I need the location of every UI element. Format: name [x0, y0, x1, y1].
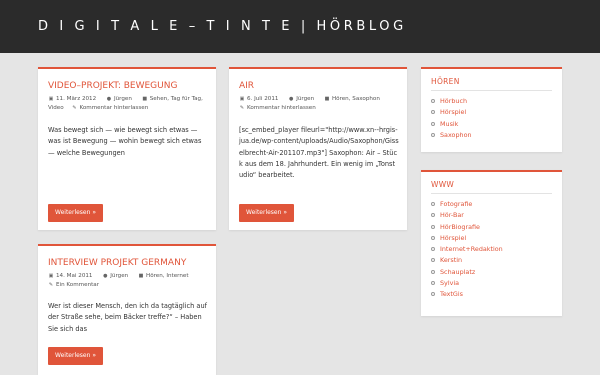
list-item[interactable]: Fotografie	[431, 199, 503, 210]
circle-bullet-icon	[431, 213, 435, 218]
user-icon: ●	[103, 273, 108, 279]
post-comments[interactable]: ✎ Ein Kommentar	[48, 282, 99, 288]
list-item[interactable]: Hörspiel	[431, 107, 472, 118]
list-item[interactable]: Saxophon	[431, 130, 472, 141]
pencil-icon: ✎	[72, 105, 77, 111]
list-item[interactable]: HörBiografie	[431, 222, 503, 233]
circle-bullet-icon	[431, 292, 435, 297]
post-categories[interactable]: ■ Hören, Saxophon	[324, 96, 380, 102]
list-item[interactable]: Schauplatz	[431, 267, 503, 278]
post-comments[interactable]: ✎ Kommentar hinterlassen	[71, 105, 148, 111]
calendar-icon: ▣	[48, 96, 54, 102]
calendar-icon: ▣	[48, 273, 54, 279]
sidebar-widget-hoeren: HÖREN Hörbuch Hörspiel Musik Saxophon	[421, 67, 562, 152]
calendar-icon: ▣	[239, 96, 245, 102]
circle-bullet-icon	[431, 110, 435, 115]
circle-bullet-icon	[431, 132, 435, 137]
widget-list: Fotografie Hör-Bar HörBiografie Hörspiel…	[431, 199, 503, 301]
circle-bullet-icon	[431, 235, 435, 240]
post-title[interactable]: VIDEO–PROJEKT: BEWEGUNG	[48, 81, 177, 92]
folder-icon: ■	[138, 273, 144, 279]
post-excerpt: [sc_embed_player fileurl="http://www.xn-…	[239, 126, 399, 180]
post-author[interactable]: ● Jürgen	[288, 96, 314, 102]
list-item[interactable]: Internet+Redaktion	[431, 244, 503, 255]
post-excerpt: Was bewegt sich — wie bewegt sich etwas …	[48, 126, 202, 157]
circle-bullet-icon	[431, 121, 435, 126]
folder-icon: ■	[324, 96, 330, 102]
list-item[interactable]: Musik	[431, 119, 472, 130]
post-author[interactable]: ● Jürgen	[102, 273, 128, 279]
read-more-button[interactable]: Weiterlesen »	[239, 204, 295, 222]
post-categories[interactable]: ■ Hören, Internet	[138, 273, 189, 279]
user-icon: ●	[106, 96, 112, 102]
site-title[interactable]: D I G I T A L E – T I N T E | HÖRBLOG	[38, 19, 407, 34]
post-categories[interactable]: ■ Sehen, Tag für Tag,	[142, 96, 203, 102]
post-meta: ▣ 11. März 2012 ● Jürgen ■ Sehen, Tag für T…	[48, 95, 213, 113]
list-item[interactable]: Hörspiel	[431, 233, 503, 244]
pencil-icon: ✎	[239, 105, 245, 111]
pencil-icon: ✎	[48, 282, 54, 288]
post-title[interactable]: INTERVIEW PROJEKT GERMANY	[48, 258, 186, 269]
list-item[interactable]: Sylvia	[431, 278, 503, 289]
post-title[interactable]: AIR	[239, 81, 254, 92]
post-card: VIDEO–PROJEKT: BEWEGUNG ▣ 11. März 2012 ●…	[38, 67, 216, 230]
circle-bullet-icon	[431, 269, 435, 274]
list-item[interactable]: Kerstin	[431, 255, 503, 266]
sidebar-widget-www: WWW Fotografie Hör-Bar HörBiografie Hörs…	[421, 170, 562, 316]
circle-bullet-icon	[431, 99, 435, 103]
post-date[interactable]: ▣ 11. März 2012	[48, 96, 97, 102]
post-card: AIR ▣ 6. Juli 2011 ● Jürgen ■ Hören, Saxoph…	[229, 67, 407, 230]
widget-list: Hörbuch Hörspiel Musik Saxophon	[431, 96, 472, 141]
post-meta: ▣ 14. Mai 2011 ● Jürgen ■ Hören, Internet ✎…	[48, 272, 213, 290]
widget-divider	[431, 90, 552, 91]
post-author[interactable]: ● Jürgen	[106, 96, 132, 102]
site-header: D I G I T A L E – T I N T E | HÖRBLOG	[0, 0, 600, 53]
post-meta: ▣ 6. Juli 2011 ● Jürgen ■ Hören, Saxophon ✎…	[239, 95, 404, 113]
list-item[interactable]: Hör-Bar	[431, 210, 503, 221]
read-more-button[interactable]: Weiterlesen »	[48, 347, 104, 365]
circle-bullet-icon	[431, 202, 435, 206]
post-excerpt: Wer ist dieser Mensch, den ich da tagtäg…	[48, 302, 207, 333]
list-item[interactable]: TextGis	[431, 289, 503, 300]
widget-title: WWW	[431, 180, 455, 189]
post-comments[interactable]: ✎ Kommentar hinterlassen	[239, 105, 316, 111]
user-icon: ●	[289, 96, 294, 102]
circle-bullet-icon	[431, 247, 435, 252]
folder-icon: ■	[142, 96, 148, 102]
circle-bullet-icon	[431, 258, 435, 263]
post-date[interactable]: ▣ 6. Juli 2011	[239, 96, 279, 102]
circle-bullet-icon	[431, 224, 435, 229]
circle-bullet-icon	[431, 281, 435, 286]
read-more-button[interactable]: Weiterlesen »	[48, 204, 104, 222]
post-category-video[interactable]: Video	[48, 105, 64, 111]
widget-divider	[431, 193, 552, 194]
list-item[interactable]: Hörbuch	[431, 96, 472, 107]
post-card: INTERVIEW PROJEKT GERMANY ▣ 14. Mai 2011 …	[38, 244, 216, 375]
widget-title: HÖREN	[431, 77, 460, 86]
post-date[interactable]: ▣ 14. Mai 2011	[48, 273, 93, 279]
